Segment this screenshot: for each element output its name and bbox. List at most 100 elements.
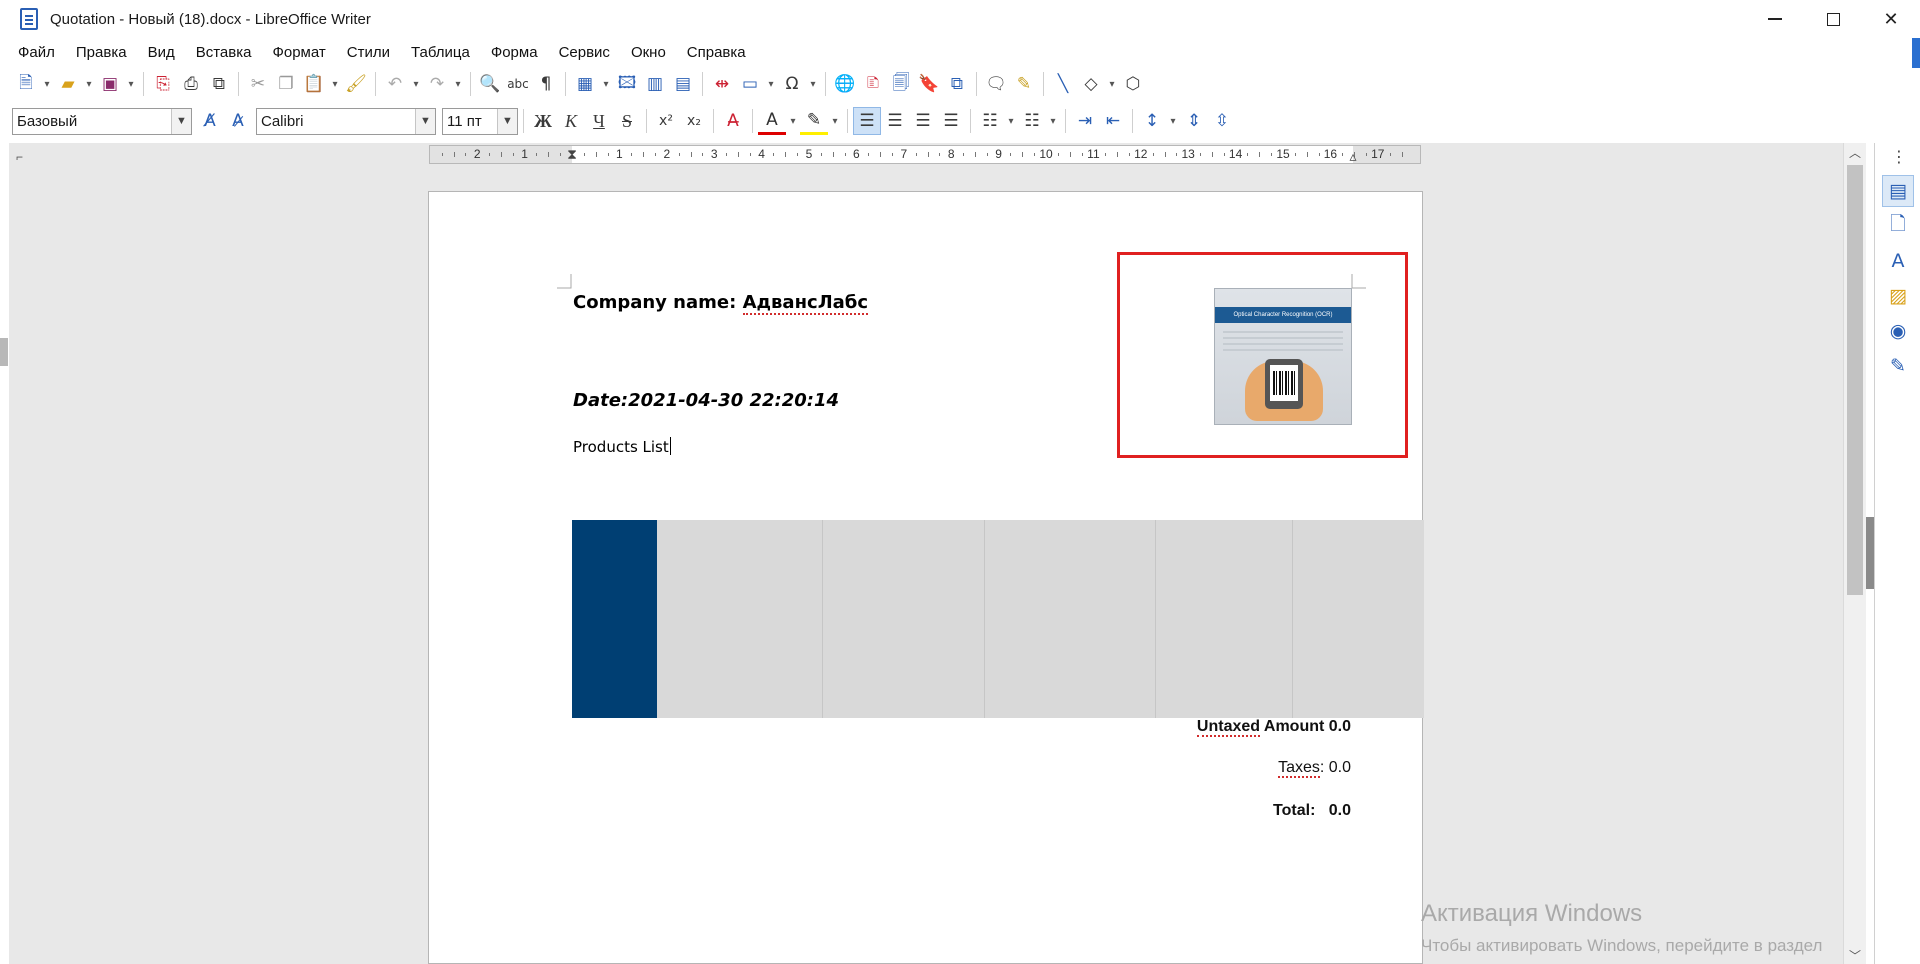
align-right-icon[interactable]: ☰: [909, 107, 937, 135]
draw-functions-icon[interactable]: ⬡: [1119, 70, 1147, 98]
cut-icon[interactable]: ✂: [244, 70, 272, 98]
menu-file[interactable]: Файл: [18, 44, 55, 61]
tab-stop-selector-icon[interactable]: ⌐: [16, 150, 23, 164]
underline-button[interactable]: Ч: [585, 107, 613, 135]
menu-styles[interactable]: Стили: [347, 44, 390, 61]
special-char-dropdown-icon[interactable]: ▾: [806, 70, 820, 98]
menu-help[interactable]: Справка: [687, 44, 746, 61]
paragraph-spacing-decrease-icon[interactable]: ⇳: [1208, 107, 1236, 135]
new-dropdown-icon[interactable]: ▾: [40, 70, 54, 98]
formatting-marks-icon[interactable]: ¶: [532, 70, 560, 98]
redo-icon[interactable]: ↷: [423, 70, 451, 98]
paragraph-spacing-increase-icon[interactable]: ⇕: [1180, 107, 1208, 135]
ocr-illustration-image[interactable]: Optical Character Recognition (OCR): [1214, 288, 1352, 425]
close-button[interactable]: ✕: [1862, 0, 1920, 38]
increase-indent-icon[interactable]: ⇥: [1071, 107, 1099, 135]
menu-form[interactable]: Форма: [491, 44, 538, 61]
new-document-icon[interactable]: 🗎: [12, 70, 40, 98]
track-changes-icon[interactable]: ✎: [1010, 70, 1038, 98]
table-cell[interactable]: [1156, 520, 1293, 718]
justify-icon[interactable]: ☰: [937, 107, 965, 135]
scroll-down-icon[interactable]: ﹀: [1844, 946, 1866, 964]
clone-formatting-icon[interactable]: 🖌: [342, 70, 370, 98]
undo-dropdown-icon[interactable]: ▾: [409, 70, 423, 98]
table-cell[interactable]: [985, 520, 1156, 718]
paste-icon[interactable]: 📋: [300, 70, 328, 98]
font-color-icon[interactable]: A: [758, 107, 786, 135]
document-page[interactable]: Company name: АдвансЛабс Date:2021-04-30…: [428, 191, 1424, 964]
page-break-icon[interactable]: ⇹: [708, 70, 736, 98]
properties-icon[interactable]: ▤: [1882, 175, 1914, 207]
vertical-scrollbar[interactable]: ︿ ﹀: [1843, 143, 1866, 964]
table-dropdown-icon[interactable]: ▾: [599, 70, 613, 98]
manage-changes-icon[interactable]: ✎: [1882, 350, 1914, 382]
table-cell[interactable]: [657, 520, 823, 718]
decrease-indent-icon[interactable]: ⇤: [1099, 107, 1127, 135]
font-size-combo[interactable]: 11 пт ▼: [442, 107, 518, 135]
page-icon[interactable]: 🗋: [1882, 210, 1914, 242]
italic-button[interactable]: К: [557, 107, 585, 135]
scroll-thumb[interactable]: [1847, 165, 1863, 595]
save-dropdown-icon[interactable]: ▾: [124, 70, 138, 98]
insert-image-icon[interactable]: 🖾: [613, 70, 641, 98]
footnote-icon[interactable]: 🗈: [859, 70, 887, 98]
unordered-list-icon[interactable]: ☷: [976, 107, 1004, 135]
highlight-icon[interactable]: ✎: [800, 107, 828, 135]
shapes-icon[interactable]: ◇: [1077, 70, 1105, 98]
highlight-dropdown-icon[interactable]: ▾: [828, 107, 842, 135]
align-left-icon[interactable]: ☰: [853, 107, 881, 135]
unordered-list-dropdown-icon[interactable]: ▾: [1004, 107, 1018, 135]
insert-textbox-icon[interactable]: ▤: [669, 70, 697, 98]
endnote-icon[interactable]: 🗐: [887, 70, 915, 98]
styles-icon[interactable]: A: [1882, 245, 1914, 277]
update-style-icon[interactable]: A̸: [196, 107, 224, 135]
chevron-down-icon[interactable]: ▼: [415, 108, 435, 134]
copy-icon[interactable]: ❐: [272, 70, 300, 98]
subscript-button[interactable]: x₂: [680, 107, 708, 135]
more-options-icon[interactable]: ⋮: [1891, 147, 1907, 167]
menu-format[interactable]: Формат: [272, 44, 325, 61]
bold-button[interactable]: Ж: [529, 107, 557, 135]
comment-icon[interactable]: 🗨: [982, 70, 1010, 98]
minimize-button[interactable]: [1746, 0, 1804, 38]
table-header-cell[interactable]: [572, 520, 657, 718]
gallery-icon[interactable]: ▨: [1882, 280, 1914, 312]
cross-reference-icon[interactable]: ⧉: [943, 70, 971, 98]
open-dropdown-icon[interactable]: ▾: [82, 70, 96, 98]
paragraph-style-combo[interactable]: Базовый ▼: [12, 107, 192, 135]
scroll-up-icon[interactable]: ︿: [1844, 143, 1866, 161]
new-style-icon[interactable]: A̷: [224, 107, 252, 135]
line-spacing-icon[interactable]: ↕: [1138, 107, 1166, 135]
superscript-button[interactable]: x²: [652, 107, 680, 135]
navigator-icon[interactable]: ◉: [1882, 315, 1914, 347]
export-pdf-icon[interactable]: ⎘: [149, 70, 177, 98]
menu-view[interactable]: Вид: [148, 44, 175, 61]
special-character-icon[interactable]: Ω: [778, 70, 806, 98]
maximize-button[interactable]: [1804, 0, 1862, 38]
insert-field-icon[interactable]: ▭: [736, 70, 764, 98]
menu-window[interactable]: Окно: [631, 44, 666, 61]
right-indent-marker[interactable]: ▵: [1349, 148, 1356, 165]
find-replace-icon[interactable]: 🔍: [476, 70, 504, 98]
horizontal-ruler[interactable]: 2 1 1 2 3 4 5 6 7 8 9 10 11 12 13 14 15 16 17 ⧗ ▵: [429, 145, 1421, 164]
spellcheck-icon[interactable]: abc: [504, 70, 532, 98]
table-cell[interactable]: [1293, 520, 1424, 718]
insert-table-icon[interactable]: ▦: [571, 70, 599, 98]
font-name-combo[interactable]: Calibri ▼: [256, 107, 436, 135]
sidebar-collapse-handle[interactable]: [1866, 517, 1874, 589]
clear-formatting-icon[interactable]: A̶: [719, 107, 747, 135]
paste-dropdown-icon[interactable]: ▾: [328, 70, 342, 98]
menu-insert[interactable]: Вставка: [196, 44, 252, 61]
redo-dropdown-icon[interactable]: ▾: [451, 70, 465, 98]
hyperlink-icon[interactable]: 🌐: [831, 70, 859, 98]
left-indent-marker[interactable]: ⧗: [567, 146, 577, 163]
menu-tools[interactable]: Сервис: [559, 44, 610, 61]
insert-chart-icon[interactable]: ▥: [641, 70, 669, 98]
ordered-list-icon[interactable]: ☷: [1018, 107, 1046, 135]
menu-edit[interactable]: Правка: [76, 44, 127, 61]
align-center-icon[interactable]: ☰: [881, 107, 909, 135]
table-cell[interactable]: [823, 520, 985, 718]
shapes-dropdown-icon[interactable]: ▾: [1105, 70, 1119, 98]
chevron-down-icon[interactable]: ▼: [171, 108, 191, 134]
bookmark-icon[interactable]: 🔖: [915, 70, 943, 98]
